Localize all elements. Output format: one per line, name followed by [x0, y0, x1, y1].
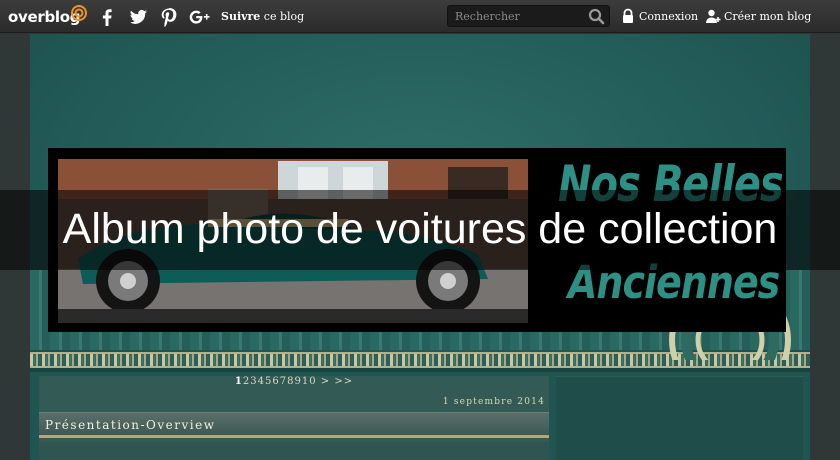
create-blog-label: Créer mon blog	[724, 10, 812, 23]
page-link[interactable]: 4	[258, 376, 265, 387]
login-label: Connexion	[639, 10, 699, 23]
facebook-icon[interactable]	[96, 6, 118, 28]
post-header: Présentation-Overview	[39, 412, 549, 438]
page-title-overlay: Album photo de voitures de collection	[0, 190, 840, 270]
overblog-toolbar: overblog Suivre ce blog Connexion	[0, 0, 840, 33]
pagination: 12345678910 > >>	[39, 376, 549, 394]
follow-label-rest: ce blog	[260, 10, 305, 23]
page-link[interactable]: 9	[294, 376, 301, 387]
follow-label: Suivre	[221, 10, 261, 23]
post-date: 1 septembre 2014	[442, 397, 545, 407]
create-blog-button[interactable]: Créer mon blog	[705, 7, 811, 27]
login-button[interactable]: Connexion	[620, 7, 698, 27]
search-icon[interactable]	[588, 8, 605, 25]
page-title: Album photo de voitures de collection	[62, 205, 778, 253]
next-page-link[interactable]: >	[321, 376, 330, 387]
pinterest-icon[interactable]	[158, 6, 180, 28]
main-column: 12345678910 > >> 1 septembre 2014 Présen…	[39, 376, 549, 460]
overblog-swirl-icon	[71, 5, 87, 21]
follow-blog-link[interactable]: Suivre ce blog	[221, 10, 304, 23]
lock-icon	[623, 8, 633, 23]
page-link[interactable]: 7	[280, 376, 287, 387]
search-box	[447, 5, 610, 27]
sidebar-column	[556, 376, 803, 460]
page-link[interactable]: 3	[250, 376, 257, 387]
page-link[interactable]: 6	[272, 376, 279, 387]
search-input[interactable]	[448, 6, 586, 26]
page-link[interactable]: 10	[302, 376, 317, 387]
page-link[interactable]: 1	[235, 376, 243, 387]
twitter-icon[interactable]	[127, 6, 149, 28]
celtic-border-shadow	[30, 368, 810, 372]
post-body	[39, 442, 549, 460]
google-plus-icon[interactable]	[188, 6, 212, 28]
last-page-link[interactable]: >>	[334, 376, 353, 387]
post-title-link[interactable]: Présentation-Overview	[45, 418, 216, 432]
add-user-icon	[706, 9, 721, 23]
